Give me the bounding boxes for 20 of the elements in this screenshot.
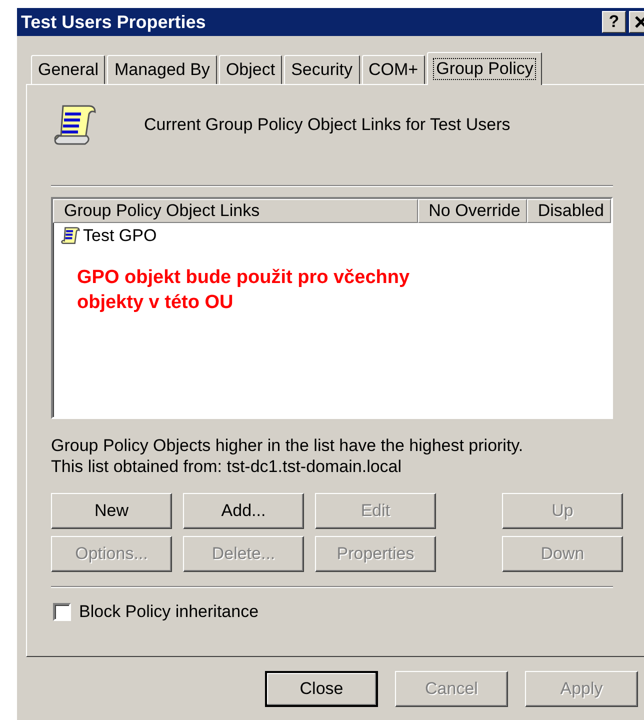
help-button[interactable]: ?	[602, 11, 626, 33]
column-header[interactable]: No Override	[418, 199, 528, 223]
annotation-text: GPO objekt bude použit pro včechny objekty v této OU	[77, 266, 411, 315]
tab[interactable]: COM+	[362, 55, 426, 84]
dialog-button[interactable]: Close	[265, 671, 378, 707]
tab[interactable]: General	[31, 55, 106, 84]
checkbox-label[interactable]: Block Policy inheritance	[79, 602, 259, 622]
tab[interactable]: Security	[284, 55, 360, 84]
header-text: Current Group Policy Object Links for Test Users	[144, 115, 510, 135]
list-row[interactable]: Test GPO	[53, 223, 161, 246]
action-button[interactable]: New	[51, 493, 172, 529]
column-header[interactable]: Group Policy Object Links	[53, 199, 418, 223]
tab[interactable]: Object	[218, 55, 282, 84]
action-button[interactable]: Add...	[183, 493, 304, 529]
tab[interactable]: Group Policy	[427, 52, 542, 85]
window-title: Test Users Properties	[21, 12, 207, 32]
info-text: Group Policy Objects higher in the list have the highest priority.	[51, 435, 524, 456]
tab[interactable]: Managed By	[107, 55, 217, 84]
info-text: This list obtained from: tst-dc1.tst-domain.local	[51, 456, 403, 477]
column-header[interactable]: Disabled	[527, 199, 611, 223]
